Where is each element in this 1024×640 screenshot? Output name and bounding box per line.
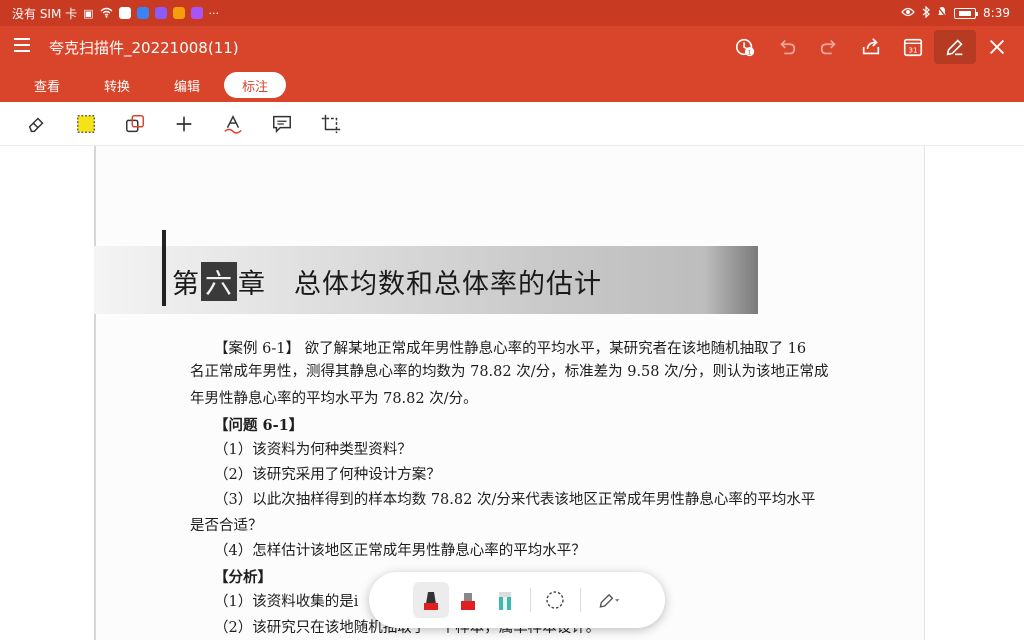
calendar-badge: 31 [908,46,917,55]
tab-annotate[interactable]: 标注 [224,72,287,98]
tab-view[interactable]: 查看 [16,72,78,98]
notification-app-icon [118,7,131,19]
text-line: 年男性静息心率的平均水平为 78.82 次/分。 [190,391,478,407]
wifi-icon [100,7,113,20]
eraser-icon[interactable] [12,106,61,142]
history-icon[interactable]: 1 [724,30,766,64]
app-toolbar: 夸克扫描件_20221008(11) 1 31 [0,26,1024,68]
pen-settings-icon[interactable] [587,582,631,618]
text-line: （1）该资料为何种类型资料？ [214,442,412,458]
edit-icon[interactable] [934,30,976,64]
text-line: 【案例 6-1】 欲了解某地正常成年男性静息心率的平均水平，某研究者在该地随机抽… [214,341,807,357]
notification-app-icon [136,7,149,19]
notification-app-icon [172,7,185,19]
text-line: 名正常成年男性，测得其静息心率的均数为 78.82 次/分，标准差为 9.58 … [190,364,829,380]
text-line: （1）该资料收集的是i [214,594,359,610]
sim-icon: ▣ [83,6,94,20]
battery-icon [954,7,979,19]
eye-icon [901,6,915,20]
highlighter-icon[interactable] [450,582,486,618]
carrier-label: 没有 SIM 卡 [12,6,78,21]
text-line: 【分析】 [214,569,272,586]
add-icon[interactable] [159,106,208,142]
chapter-heading: 第六章总体均数和总体率的估计 [172,262,602,301]
share-icon[interactable] [850,30,892,64]
bluetooth-icon [922,5,930,21]
tab-edit[interactable]: 编辑 [156,72,218,98]
pen-divider [580,588,581,612]
more-notifications-icon: ··· [208,6,220,20]
text-line: 【问题 6-1】 [214,417,304,434]
document-canvas[interactable]: 第六章总体均数和总体率的估计 【案例 6-1】 欲了解某地正常成年男性静息心率的… [0,146,1024,640]
status-bar: 没有 SIM 卡 ▣ ··· 8:39 [0,0,1024,26]
text-line: （4）怎样估计该地区正常成年男性静息心率的平均水平？ [214,543,586,559]
pen-toolbar [369,572,665,628]
calendar-icon[interactable]: 31 [892,30,934,64]
chapter-bar [162,230,166,306]
document-title: 夸克扫描件_20221008(11) [49,38,239,57]
crop-icon[interactable] [306,106,355,142]
undo-icon[interactable] [766,30,808,64]
marker-icon[interactable] [413,582,449,618]
shape-icon[interactable] [110,106,159,142]
notification-app-icon [154,7,167,19]
chapter-prefix: 第 [172,269,200,300]
eraser-pen-icon[interactable] [487,582,523,618]
mode-tabs: 查看 转换 编辑 标注 [0,68,1024,102]
highlight-box-icon[interactable] [61,106,110,142]
mute-icon [937,6,947,21]
pen-divider [530,588,531,612]
close-icon[interactable] [976,30,1018,64]
text-line: （2）该研究采用了何种设计方案？ [214,467,441,483]
svg-text:1: 1 [748,48,752,56]
lasso-icon[interactable] [537,582,573,618]
redo-icon[interactable] [808,30,850,64]
page-right-edge [924,146,925,640]
chapter-number: 六 [201,262,237,301]
signature-icon[interactable] [208,106,257,142]
chapter-suffix: 章 [238,269,266,300]
menu-icon[interactable] [13,37,43,57]
chapter-title: 总体均数和总体率的估计 [294,269,602,300]
text-line: 是否合适？ [190,518,263,534]
tab-convert[interactable]: 转换 [86,72,148,98]
text-line: （3）以此次抽样得到的样本均数 78.82 次/分来代表该地区正常成年男性静息心… [214,492,816,508]
annotation-toolbar [0,102,1024,146]
clock: 8:39 [983,6,1010,20]
comment-icon[interactable] [257,106,306,142]
notification-app-icon [190,7,203,19]
